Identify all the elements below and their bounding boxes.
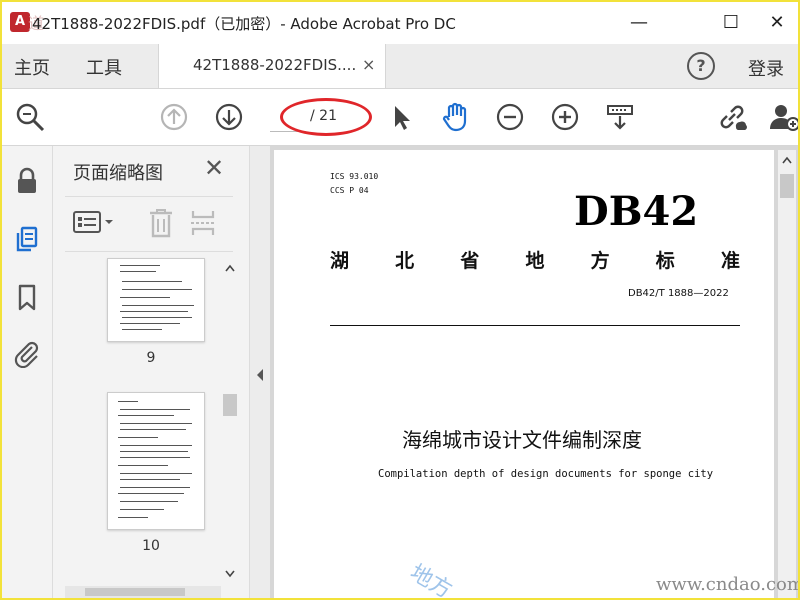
maximize-icon: ☐ [722,12,740,33]
document-page: ICS 93.010 CCS P 04 DB42 湖 北 省 地 方 标 准 D… [274,150,774,600]
ccs-code: CCS P 04 [330,186,369,195]
document-title-en: Compilation depth of design documents fo… [378,468,714,480]
next-page-icon[interactable] [213,101,245,133]
thumbnail-scrollbar[interactable] [221,258,239,584]
maximize-button[interactable]: ☐ [708,8,754,38]
scroll-down-icon[interactable] [225,570,235,578]
select-cursor-icon[interactable] [386,101,418,133]
tab-tools[interactable]: 工具 [86,54,122,80]
thumbnail-label: 10 [142,538,160,554]
ics-code: ICS 93.010 [330,172,379,181]
scroll-up-icon[interactable] [225,264,235,272]
delete-icon[interactable] [147,207,175,239]
close-tab-icon[interactable]: × [362,55,375,74]
panel-title: 页面缩略图 [73,163,163,184]
scroll-up-icon[interactable] [782,156,792,164]
bookmark-icon[interactable] [12,282,42,312]
category-char: 省 [460,250,480,272]
category-char: 标 [655,250,675,272]
hscroll-thumb[interactable] [85,588,185,596]
document-title-cn: 海绵城市设计文件编制深度 [402,428,642,452]
close-icon: ✕ [769,12,785,33]
standard-category: 湖 北 省 地 方 标 准 [330,246,740,273]
category-char: 地 [525,250,545,272]
minimize-icon: — [630,12,648,33]
category-char: 准 [720,250,740,272]
standard-number: DB42/T 1888—2022 [628,288,729,299]
left-rail [2,146,53,598]
page-thumbnails-icon[interactable] [12,224,42,254]
attachment-icon[interactable] [12,338,42,368]
header-rule [330,325,740,326]
zoom-out-icon[interactable] [494,101,526,133]
category-char: 北 [395,250,415,272]
document-tab-label: 42T1888-2022FDIS.... [193,56,357,74]
page-scroll-mode-icon[interactable] [604,101,636,133]
tab-document[interactable]: 42T1888-2022FDIS.... × [158,44,386,88]
panel-collapse-strip[interactable] [250,146,270,598]
db-code: DB42 [574,188,699,235]
close-panel-icon[interactable]: ✕ [204,154,224,182]
thumbnail-label: 9 [146,350,156,366]
zoom-in-icon[interactable] [549,101,581,133]
share-link-icon[interactable] [716,101,748,133]
thumbnail-hscrollbar[interactable] [65,586,221,598]
tab-bar: 主页 工具 42T1888-2022FDIS.... × ? 登录 [2,44,798,89]
zoom-search-icon[interactable] [14,101,46,133]
title-bar: A 道 42T1888-2022FDIS.pdf（已加密）- Adobe Acr… [2,2,798,44]
stamp-watermark: 地方 [405,560,457,600]
minimize-button[interactable]: — [616,8,662,38]
login-button[interactable]: 登录 [748,55,784,81]
lock-icon[interactable] [12,166,42,196]
acrobat-app-icon: A [10,12,30,32]
document-view: ICS 93.010 CCS P 04 DB42 湖 北 省 地 方 标 准 D… [270,146,798,598]
scroll-thumb[interactable] [780,174,794,198]
category-char: 方 [590,250,610,272]
close-window-button[interactable]: ✕ [754,8,798,38]
panel-toolbar [65,196,233,252]
toolbar: / 21 [2,89,798,146]
tab-home[interactable]: 主页 [14,54,50,80]
add-user-icon[interactable] [768,101,800,133]
thumbnail-panel: 页面缩略图 ✕ 9 10 [53,146,250,598]
extract-pages-icon[interactable] [189,207,217,239]
annotation-ellipse [280,98,372,136]
category-char: 湖 [330,250,350,272]
previous-page-icon[interactable] [158,101,190,133]
document-scrollbar[interactable] [778,150,796,598]
page-thumbnail[interactable] [107,258,205,342]
help-icon[interactable]: ? [687,52,715,80]
collapse-arrow-icon[interactable] [255,368,265,382]
app-window: A 道 42T1888-2022FDIS.pdf（已加密）- Adobe Acr… [0,0,800,600]
page-thumbnail[interactable] [107,392,205,530]
site-watermark: www.cndao.com [656,574,800,595]
hand-tool-icon[interactable] [439,101,471,133]
scroll-thumb[interactable] [223,394,237,416]
window-title: 42T1888-2022FDIS.pdf（已加密）- Adobe Acrobat… [32,15,456,33]
thumbnail-options-icon[interactable] [73,209,115,237]
